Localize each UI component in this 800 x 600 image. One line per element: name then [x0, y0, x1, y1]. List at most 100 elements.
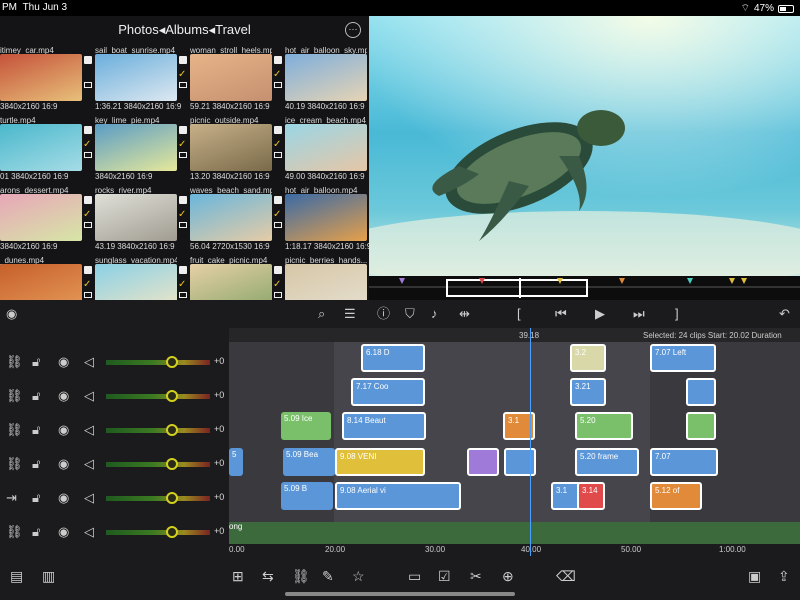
- timeline-clip[interactable]: 5.09 Bea: [283, 448, 335, 476]
- timeline-clip[interactable]: 3.2: [570, 344, 606, 372]
- record-icon[interactable]: ◉: [6, 306, 17, 322]
- media-tile[interactable]: turtle.mp4 ✓ 01 3840x2160 16:9: [0, 116, 96, 184]
- media-tile[interactable]: picnic_outside.mp4 ✓ 13.20 3840x2160 16:9: [190, 116, 286, 184]
- volume-knob[interactable]: [166, 424, 178, 436]
- timeline-clip[interactable]: 5.12 of: [650, 482, 702, 510]
- in-point-icon[interactable]: [: [517, 306, 521, 322]
- timeline-clip[interactable]: 9.08 Aerial vi: [335, 482, 461, 510]
- volume-knob[interactable]: [166, 492, 178, 504]
- media-tile[interactable]: picnic_berries_hands....✓: [285, 256, 369, 300]
- media-tile[interactable]: sunglass_vacation.mp4 ✓: [95, 256, 191, 300]
- eye-icon[interactable]: ◉: [58, 354, 69, 370]
- timeline-clip[interactable]: 7.07: [650, 448, 718, 476]
- info-icon[interactable]: ⓘ: [377, 306, 390, 322]
- timeline-clip[interactable]: 3.21: [570, 378, 606, 406]
- timeline-clip[interactable]: [686, 412, 716, 440]
- replace-icon[interactable]: ⇆: [262, 568, 274, 584]
- link-icon[interactable]: ⛓: [6, 388, 23, 404]
- add-audio-icon[interactable]: ♪: [431, 306, 438, 322]
- timeline-clip[interactable]: 5.09 Ice: [281, 412, 331, 440]
- lock-icon[interactable]: 🔓︎: [32, 422, 40, 438]
- eye-icon[interactable]: ◉: [58, 524, 69, 540]
- lock-icon[interactable]: 🔓︎: [32, 524, 40, 540]
- time-ruler[interactable]: 0.00 20.00 30.00 40.00 50.00 1:00.00: [229, 544, 800, 556]
- timeline-clip[interactable]: 5.09 B: [281, 482, 333, 510]
- add-clip-icon[interactable]: ⊞: [232, 568, 244, 584]
- lock-icon[interactable]: 🔓︎: [32, 354, 40, 370]
- scissors-icon[interactable]: ✂: [470, 568, 482, 584]
- playhead[interactable]: [530, 328, 531, 556]
- volume-knob[interactable]: [166, 390, 178, 402]
- media-tile[interactable]: rocks_river.mp4 ✓ 43.19 3840x2160 16:9: [95, 186, 191, 254]
- share-icon[interactable]: ⇪: [778, 568, 790, 584]
- media-tile[interactable]: waves_beach_sand.mp4 ✓ 56.04 2720x1530 16:…: [190, 186, 286, 254]
- speaker-icon[interactable]: ◁: [84, 354, 94, 370]
- timeline-clip[interactable]: 8.14 Beaut: [342, 412, 426, 440]
- pen-icon[interactable]: ✎: [322, 568, 334, 584]
- media-tile[interactable]: ice_cream_beach.mp4✓49.00 3840x2160 16:9: [285, 116, 369, 184]
- out-point-icon[interactable]: ]: [675, 306, 679, 322]
- link-icon[interactable]: ⛓: [6, 524, 23, 540]
- media-tile[interactable]: _dunes.mp4 ✓: [0, 256, 96, 300]
- speaker-icon[interactable]: ◁: [84, 388, 94, 404]
- favorite-icon[interactable]: ☆: [352, 568, 365, 584]
- play-icon[interactable]: ▶: [595, 306, 605, 322]
- media-tile[interactable]: sail_boat_sunrise.mp4 ✓ 1:36.21 3840x2160 …: [95, 46, 191, 114]
- link-icon[interactable]: ⛓: [6, 422, 23, 438]
- speaker-icon[interactable]: ◁: [84, 456, 94, 472]
- media-tile[interactable]: itimey_car.mp4 3840x2160 16:9: [0, 46, 96, 114]
- eye-icon[interactable]: ◉: [58, 490, 69, 506]
- audio-waveform[interactable]: ong: [229, 522, 800, 544]
- timeline-clip[interactable]: [467, 448, 499, 476]
- lock-icon[interactable]: 🔓︎: [32, 490, 40, 506]
- breadcrumb[interactable]: Photos◂Albums◂Travel: [0, 16, 369, 44]
- speaker-icon[interactable]: ◁: [84, 490, 94, 506]
- lock-icon[interactable]: 🔓︎: [32, 388, 40, 404]
- link-icon[interactable]: ⛓: [292, 568, 310, 584]
- volume-knob[interactable]: [166, 356, 178, 368]
- scrubber[interactable]: [369, 276, 800, 300]
- media-tile[interactable]: hot_air_balloon.mp4 1:18.17 3840x2160 16:…: [285, 186, 369, 254]
- split-icon[interactable]: ⇹: [459, 306, 470, 322]
- timeline-clip[interactable]: 7.17 Coo: [351, 378, 425, 406]
- trash-icon[interactable]: ⌫: [556, 568, 576, 584]
- timeline-clip[interactable]: [686, 378, 716, 406]
- inspector-icon[interactable]: ▤: [10, 568, 23, 584]
- search-icon[interactable]: ⌕: [318, 306, 325, 322]
- timeline[interactable]: 39.18 Selected: 24 clips Start: 20.02 Du…: [229, 328, 800, 556]
- media-tile[interactable]: woman_stroll_heels.mp4 ✓ 59.21 3840x2160 1…: [190, 46, 286, 114]
- timeline-clip[interactable]: 3.14: [577, 482, 605, 510]
- timeline-clip[interactable]: 9.08 VENI: [335, 448, 425, 476]
- video-preview[interactable]: [369, 16, 800, 276]
- volume-knob[interactable]: [166, 526, 178, 538]
- timeline-clip[interactable]: 5.20 frame: [575, 448, 639, 476]
- volume-knob[interactable]: [166, 458, 178, 470]
- timeline-clip[interactable]: 5.20: [575, 412, 633, 440]
- media-tile[interactable]: key_lime_pie.mp4 ✓ 3840x2160 16:9: [95, 116, 191, 184]
- clipboard-icon[interactable]: ▭: [408, 568, 421, 584]
- link-icon[interactable]: ⛓: [6, 354, 23, 370]
- add-icon[interactable]: ⊕: [502, 568, 514, 584]
- timeline-clip[interactable]: 6.18 D: [361, 344, 425, 372]
- next-frame-icon[interactable]: ⏭: [633, 306, 645, 322]
- timeline-clip[interactable]: 7.07 Left: [650, 344, 716, 372]
- eye-icon[interactable]: ◉: [58, 388, 69, 404]
- link-icon[interactable]: ⛓: [6, 456, 23, 472]
- speaker-icon[interactable]: ◁: [84, 422, 94, 438]
- media-tile[interactable]: fruit_cake_picnic.mp4 ✓: [190, 256, 286, 300]
- select-icon[interactable]: ☑: [438, 568, 451, 584]
- more-icon[interactable]: ···: [345, 22, 361, 38]
- eye-icon[interactable]: ◉: [58, 456, 69, 472]
- main-track-icon[interactable]: ⇥: [6, 490, 17, 506]
- prev-frame-icon[interactable]: ⏮: [555, 306, 567, 322]
- list-icon[interactable]: ☰: [344, 306, 356, 322]
- media-tile[interactable]: hot_air_balloon_sky.mp4✓40.19 3840x2160 …: [285, 46, 369, 114]
- audio-meter-icon[interactable]: ▥: [42, 568, 55, 584]
- media-tile[interactable]: arons_dessert.mp4 ✓ 3840x2160 16:9: [0, 186, 96, 254]
- lock-icon[interactable]: 🔓︎: [32, 456, 40, 472]
- undo-icon[interactable]: ↶: [779, 306, 790, 322]
- timeline-clip[interactable]: [504, 448, 536, 476]
- speaker-icon[interactable]: ◁: [84, 524, 94, 540]
- eye-icon[interactable]: ◉: [58, 422, 69, 438]
- layout-icon[interactable]: ▣: [748, 568, 761, 584]
